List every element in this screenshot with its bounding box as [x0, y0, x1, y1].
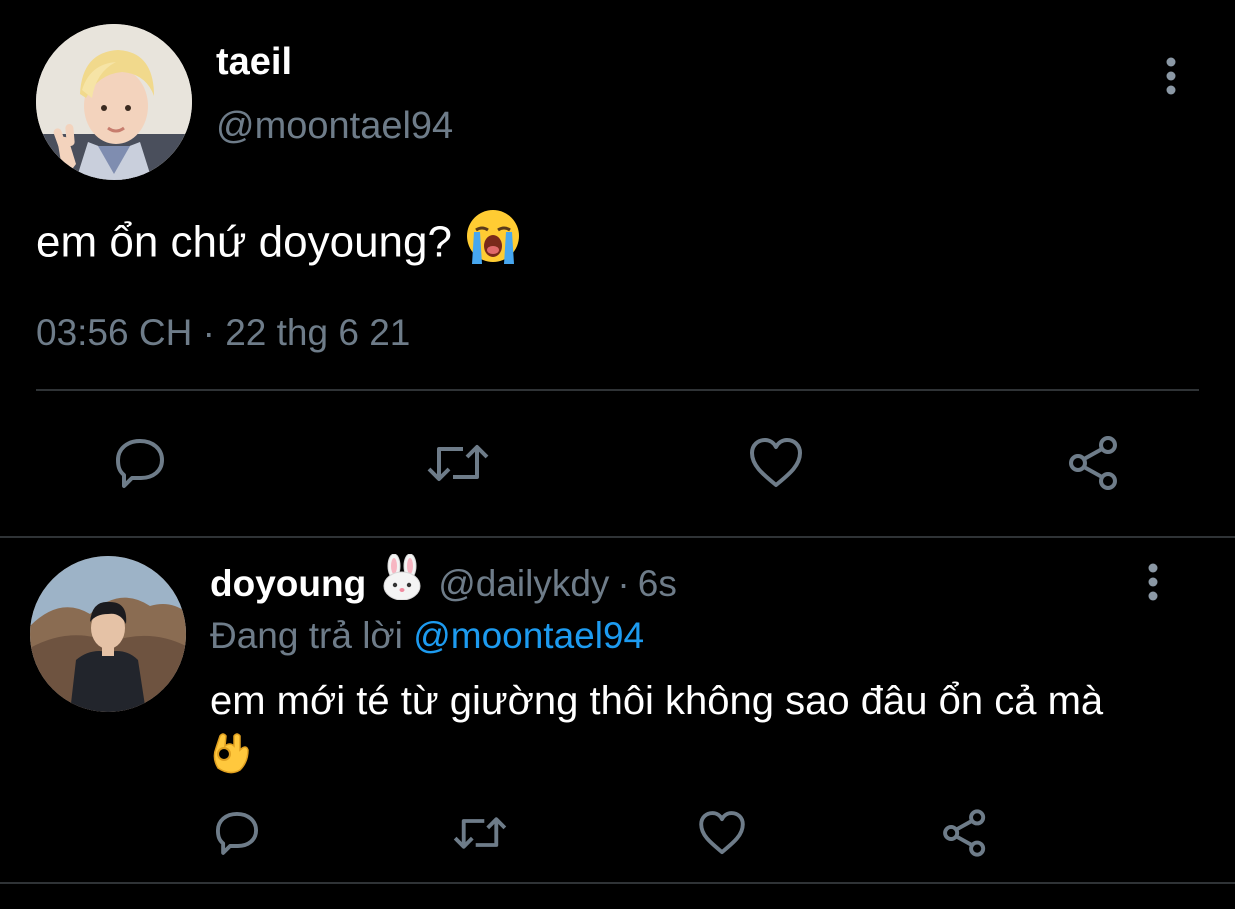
- like-button[interactable]: [741, 428, 811, 498]
- ok-hand-icon: [210, 728, 250, 788]
- replying-to-mention[interactable]: @moontael94: [413, 615, 644, 656]
- rabbit-face-icon: [380, 553, 424, 614]
- reply-icon: [215, 811, 259, 855]
- like-button[interactable]: [692, 803, 752, 863]
- reply-icon: [116, 439, 164, 488]
- author-display-name[interactable]: taeil: [216, 40, 292, 84]
- meta-separator: ·: [202, 312, 215, 353]
- divider: [36, 389, 1199, 391]
- reply-time-ago[interactable]: 6s: [638, 558, 677, 610]
- retweet-icon: [427, 445, 489, 481]
- author-handle[interactable]: @moontael94: [216, 104, 453, 148]
- divider: [0, 882, 1235, 884]
- doyoung-photo: [30, 556, 186, 712]
- reply-header: doyoung @dailykdy · 6s: [210, 553, 677, 610]
- retweet-icon: [453, 817, 507, 849]
- share-icon: [1069, 436, 1117, 490]
- share-button[interactable]: [1059, 428, 1129, 498]
- more-options-icon[interactable]: [1138, 560, 1168, 604]
- taeil-avatar[interactable]: [36, 24, 192, 180]
- retweet-button[interactable]: [423, 428, 493, 498]
- share-icon: [943, 809, 986, 857]
- retweet-button[interactable]: [450, 803, 510, 863]
- tweet-text: em ổn chứ doyoung?: [36, 208, 522, 282]
- reply-display-name[interactable]: doyoung: [210, 558, 366, 610]
- share-button[interactable]: [935, 803, 995, 863]
- loudly-crying-face-icon: [464, 208, 522, 282]
- taeil-photo: [36, 24, 192, 180]
- reply-button[interactable]: [207, 803, 267, 863]
- doyoung-avatar[interactable]: [30, 556, 186, 712]
- divider: [0, 536, 1235, 538]
- replying-to: Đang trả lời @moontael94: [210, 612, 644, 660]
- reply-button[interactable]: [105, 428, 175, 498]
- reply-text: em mới té từ giường thôi không sao đâu ổ…: [210, 674, 1190, 788]
- like-icon: [750, 438, 802, 487]
- tweet-date: 22 thg 6 21: [225, 312, 411, 353]
- like-icon: [699, 811, 745, 855]
- replying-label: Đang trả lời: [210, 615, 403, 656]
- tweet-text-content: em ổn chứ doyoung?: [36, 217, 452, 267]
- more-options-icon[interactable]: [1156, 54, 1186, 98]
- tweet-timestamp[interactable]: 03:56 CH · 22 thg 6 21: [36, 310, 410, 356]
- meta-separator: ·: [617, 563, 630, 604]
- reply-handle[interactable]: @dailykdy: [438, 558, 609, 610]
- reply-text-content: em mới té từ giường thôi không sao đâu ổ…: [210, 679, 1104, 723]
- tweet-time: 03:56 CH: [36, 312, 193, 353]
